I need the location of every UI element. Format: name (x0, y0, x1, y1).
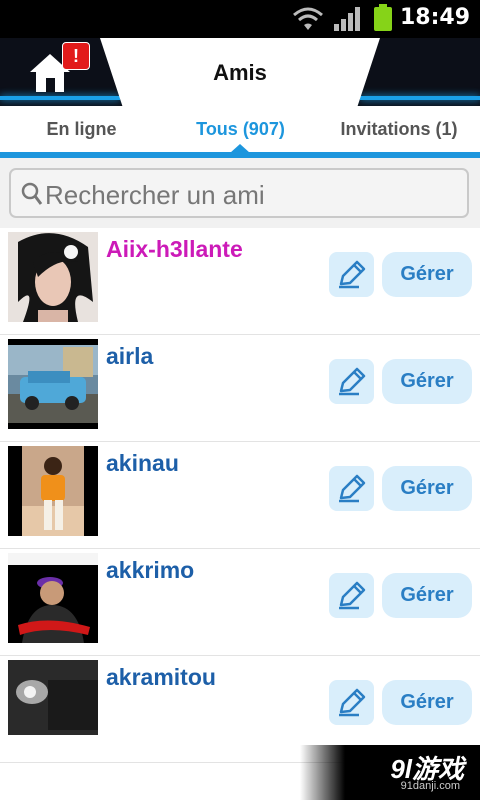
friend-name[interactable]: airla (106, 343, 153, 370)
manage-button[interactable]: Gérer (382, 680, 472, 725)
signal-icon (334, 7, 360, 31)
edit-button[interactable] (329, 573, 374, 618)
wifi-icon (293, 7, 323, 30)
header-glow-left (0, 96, 120, 100)
friend-name[interactable]: akramitou (106, 664, 216, 691)
search-placeholder: Rechercher un ami (45, 180, 265, 210)
avatar[interactable] (8, 339, 98, 429)
app-header: Amis ! (0, 38, 480, 106)
pencil-icon (339, 474, 366, 503)
friend-row[interactable]: akinau Gérer (0, 442, 480, 549)
pencil-icon (339, 367, 366, 396)
avatar[interactable] (8, 232, 98, 322)
manage-button[interactable]: Gérer (382, 466, 472, 511)
pencil-icon (339, 260, 366, 289)
friend-row[interactable]: akkrimo Gérer (0, 549, 480, 656)
search-input[interactable]: Rechercher un ami (9, 168, 469, 218)
manage-button[interactable]: Gérer (382, 573, 472, 618)
friend-name[interactable]: akinau (106, 450, 179, 477)
search-bar: Rechercher un ami (0, 158, 480, 228)
friend-name[interactable]: Aiix-h3llante (106, 236, 243, 263)
status-time: 18:49 (399, 5, 470, 30)
edit-button[interactable] (329, 359, 374, 404)
friend-row[interactable]: airla Gérer (0, 335, 480, 442)
watermark: 9l游戏 91danji.com (300, 745, 480, 800)
tab-invitations[interactable]: Invitations (1) (318, 106, 480, 152)
avatar[interactable] (8, 553, 98, 643)
pencil-icon (339, 581, 366, 610)
friends-list: Aiix-h3llante Gérer airla Gérer akinau G… (0, 228, 480, 763)
manage-button[interactable]: Gérer (382, 252, 472, 297)
friend-name[interactable]: akkrimo (106, 557, 194, 584)
watermark-url: 91danji.com (400, 780, 460, 792)
avatar[interactable] (8, 446, 98, 536)
tab-online[interactable]: En ligne (0, 106, 163, 152)
status-bar: 18:49 (0, 0, 480, 38)
header-glow-right (360, 96, 480, 100)
pencil-icon (339, 688, 366, 717)
search-icon (21, 182, 43, 205)
notification-badge[interactable]: ! (62, 42, 90, 70)
edit-button[interactable] (329, 252, 374, 297)
manage-button[interactable]: Gérer (382, 359, 472, 404)
battery-icon (374, 4, 392, 31)
friend-row[interactable]: Aiix-h3llante Gérer (0, 228, 480, 335)
edit-button[interactable] (329, 680, 374, 725)
avatar[interactable] (8, 660, 98, 750)
edit-button[interactable] (329, 466, 374, 511)
